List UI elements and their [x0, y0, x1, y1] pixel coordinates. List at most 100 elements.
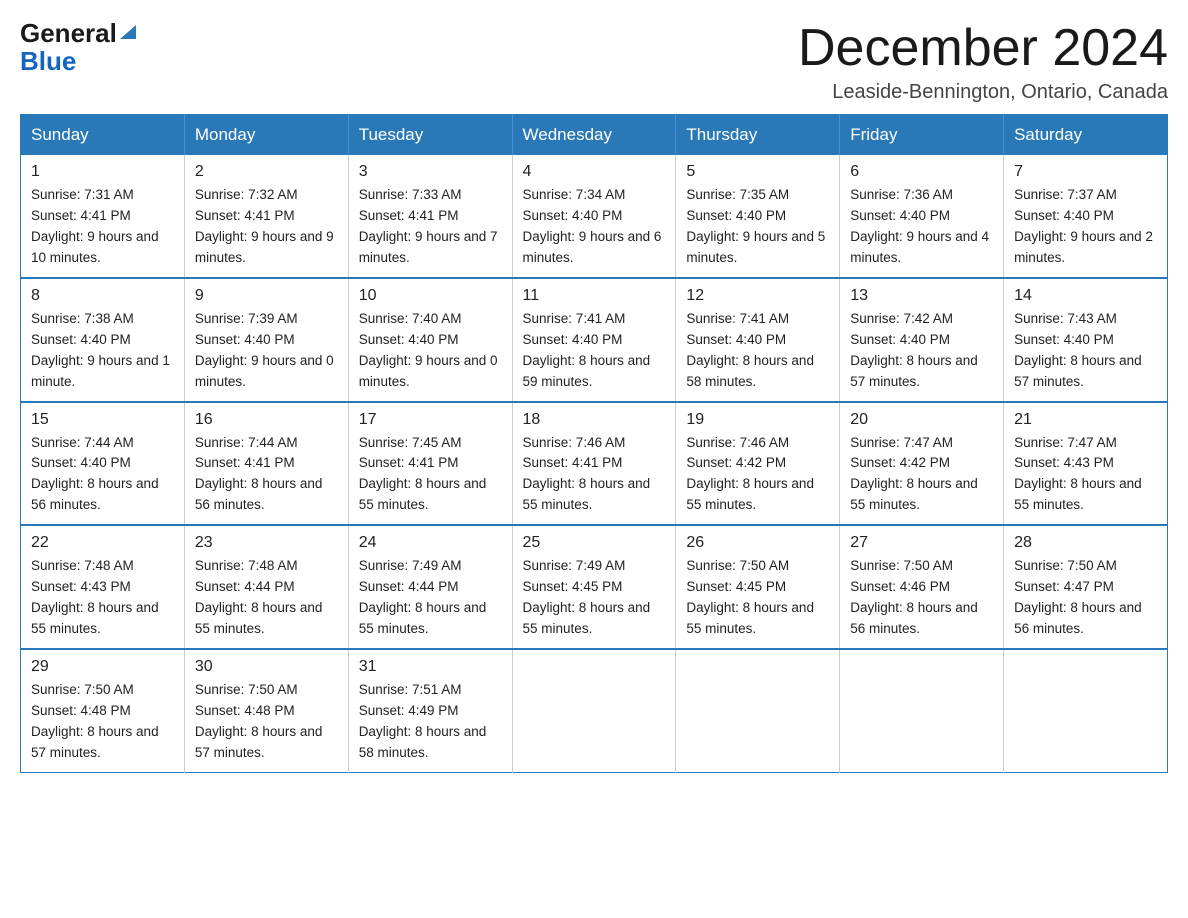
- calendar-cell: 12 Sunrise: 7:41 AM Sunset: 4:40 PM Dayl…: [676, 278, 840, 402]
- day-number: 9: [195, 287, 338, 305]
- sunset-label: Sunset: 4:42 PM: [686, 455, 786, 470]
- sunset-label: Sunset: 4:40 PM: [31, 455, 131, 470]
- sunset-label: Sunset: 4:48 PM: [31, 703, 131, 718]
- day-info: Sunrise: 7:41 AM Sunset: 4:40 PM Dayligh…: [686, 309, 829, 393]
- day-number: 17: [359, 411, 502, 429]
- daylight-label: Daylight: 8 hours and 57 minutes.: [850, 353, 978, 389]
- day-number: 26: [686, 534, 829, 552]
- sunrise-label: Sunrise: 7:40 AM: [359, 311, 462, 326]
- calendar-cell: 27 Sunrise: 7:50 AM Sunset: 4:46 PM Dayl…: [840, 525, 1004, 649]
- sunrise-label: Sunrise: 7:48 AM: [195, 558, 298, 573]
- sunset-label: Sunset: 4:40 PM: [523, 332, 623, 347]
- month-title: December 2024: [798, 20, 1168, 77]
- daylight-label: Daylight: 8 hours and 55 minutes.: [523, 600, 651, 636]
- day-info: Sunrise: 7:35 AM Sunset: 4:40 PM Dayligh…: [686, 185, 829, 269]
- sunrise-label: Sunrise: 7:32 AM: [195, 187, 298, 202]
- daylight-label: Daylight: 9 hours and 7 minutes.: [359, 229, 498, 265]
- daylight-label: Daylight: 9 hours and 9 minutes.: [195, 229, 334, 265]
- sunrise-label: Sunrise: 7:44 AM: [31, 435, 134, 450]
- sunrise-label: Sunrise: 7:41 AM: [686, 311, 789, 326]
- calendar-week-row: 22 Sunrise: 7:48 AM Sunset: 4:43 PM Dayl…: [21, 525, 1168, 649]
- day-info: Sunrise: 7:34 AM Sunset: 4:40 PM Dayligh…: [523, 185, 666, 269]
- weekday-header: Thursday: [676, 115, 840, 156]
- sunset-label: Sunset: 4:40 PM: [850, 332, 950, 347]
- daylight-label: Daylight: 8 hours and 56 minutes.: [1014, 600, 1142, 636]
- sunrise-label: Sunrise: 7:49 AM: [523, 558, 626, 573]
- calendar-cell: 8 Sunrise: 7:38 AM Sunset: 4:40 PM Dayli…: [21, 278, 185, 402]
- calendar-week-row: 8 Sunrise: 7:38 AM Sunset: 4:40 PM Dayli…: [21, 278, 1168, 402]
- daylight-label: Daylight: 9 hours and 0 minutes.: [195, 353, 334, 389]
- sunset-label: Sunset: 4:40 PM: [31, 332, 131, 347]
- sunset-label: Sunset: 4:41 PM: [523, 455, 623, 470]
- sunrise-label: Sunrise: 7:38 AM: [31, 311, 134, 326]
- sunset-label: Sunset: 4:40 PM: [686, 208, 786, 223]
- sunset-label: Sunset: 4:40 PM: [195, 332, 295, 347]
- sunset-label: Sunset: 4:40 PM: [523, 208, 623, 223]
- sunrise-label: Sunrise: 7:45 AM: [359, 435, 462, 450]
- day-info: Sunrise: 7:46 AM Sunset: 4:42 PM Dayligh…: [686, 433, 829, 517]
- sunset-label: Sunset: 4:41 PM: [195, 455, 295, 470]
- day-info: Sunrise: 7:37 AM Sunset: 4:40 PM Dayligh…: [1014, 185, 1157, 269]
- day-info: Sunrise: 7:41 AM Sunset: 4:40 PM Dayligh…: [523, 309, 666, 393]
- sunset-label: Sunset: 4:47 PM: [1014, 579, 1114, 594]
- day-number: 21: [1014, 411, 1157, 429]
- weekday-header: Saturday: [1004, 115, 1168, 156]
- day-number: 12: [686, 287, 829, 305]
- calendar-cell: 28 Sunrise: 7:50 AM Sunset: 4:47 PM Dayl…: [1004, 525, 1168, 649]
- daylight-label: Daylight: 8 hours and 59 minutes.: [523, 353, 651, 389]
- day-info: Sunrise: 7:50 AM Sunset: 4:48 PM Dayligh…: [195, 680, 338, 764]
- day-number: 24: [359, 534, 502, 552]
- sunrise-label: Sunrise: 7:49 AM: [359, 558, 462, 573]
- day-number: 23: [195, 534, 338, 552]
- daylight-label: Daylight: 9 hours and 10 minutes.: [31, 229, 159, 265]
- calendar-cell: 13 Sunrise: 7:42 AM Sunset: 4:40 PM Dayl…: [840, 278, 1004, 402]
- sunrise-label: Sunrise: 7:46 AM: [523, 435, 626, 450]
- calendar-cell: 25 Sunrise: 7:49 AM Sunset: 4:45 PM Dayl…: [512, 525, 676, 649]
- sunrise-label: Sunrise: 7:47 AM: [850, 435, 953, 450]
- calendar-cell: 21 Sunrise: 7:47 AM Sunset: 4:43 PM Dayl…: [1004, 402, 1168, 526]
- page-header: General Blue December 2024 Leaside-Benni…: [20, 20, 1168, 104]
- daylight-label: Daylight: 9 hours and 5 minutes.: [686, 229, 825, 265]
- daylight-label: Daylight: 8 hours and 57 minutes.: [195, 724, 323, 760]
- sunrise-label: Sunrise: 7:44 AM: [195, 435, 298, 450]
- title-section: December 2024 Leaside-Bennington, Ontari…: [798, 20, 1168, 104]
- sunset-label: Sunset: 4:42 PM: [850, 455, 950, 470]
- day-number: 25: [523, 534, 666, 552]
- day-number: 20: [850, 411, 993, 429]
- day-number: 13: [850, 287, 993, 305]
- sunrise-label: Sunrise: 7:46 AM: [686, 435, 789, 450]
- day-info: Sunrise: 7:47 AM Sunset: 4:42 PM Dayligh…: [850, 433, 993, 517]
- daylight-label: Daylight: 8 hours and 55 minutes.: [359, 476, 487, 512]
- sunset-label: Sunset: 4:40 PM: [1014, 332, 1114, 347]
- day-number: 29: [31, 658, 174, 676]
- sunrise-label: Sunrise: 7:35 AM: [686, 187, 789, 202]
- calendar-cell: 7 Sunrise: 7:37 AM Sunset: 4:40 PM Dayli…: [1004, 155, 1168, 278]
- sunset-label: Sunset: 4:48 PM: [195, 703, 295, 718]
- day-number: 6: [850, 163, 993, 181]
- calendar-cell: [676, 649, 840, 772]
- day-number: 4: [523, 163, 666, 181]
- logo: General Blue: [20, 20, 136, 77]
- calendar-cell: 30 Sunrise: 7:50 AM Sunset: 4:48 PM Dayl…: [184, 649, 348, 772]
- calendar-cell: 1 Sunrise: 7:31 AM Sunset: 4:41 PM Dayli…: [21, 155, 185, 278]
- calendar-cell: 23 Sunrise: 7:48 AM Sunset: 4:44 PM Dayl…: [184, 525, 348, 649]
- sunset-label: Sunset: 4:40 PM: [686, 332, 786, 347]
- daylight-label: Daylight: 9 hours and 6 minutes.: [523, 229, 662, 265]
- sunrise-label: Sunrise: 7:50 AM: [850, 558, 953, 573]
- sunset-label: Sunset: 4:43 PM: [31, 579, 131, 594]
- daylight-label: Daylight: 8 hours and 58 minutes.: [686, 353, 814, 389]
- daylight-label: Daylight: 9 hours and 0 minutes.: [359, 353, 498, 389]
- sunrise-label: Sunrise: 7:33 AM: [359, 187, 462, 202]
- sunrise-label: Sunrise: 7:37 AM: [1014, 187, 1117, 202]
- sunset-label: Sunset: 4:44 PM: [359, 579, 459, 594]
- location-subtitle: Leaside-Bennington, Ontario, Canada: [798, 81, 1168, 104]
- sunrise-label: Sunrise: 7:34 AM: [523, 187, 626, 202]
- day-number: 2: [195, 163, 338, 181]
- sunset-label: Sunset: 4:46 PM: [850, 579, 950, 594]
- calendar-cell: 22 Sunrise: 7:48 AM Sunset: 4:43 PM Dayl…: [21, 525, 185, 649]
- day-info: Sunrise: 7:44 AM Sunset: 4:40 PM Dayligh…: [31, 433, 174, 517]
- day-info: Sunrise: 7:48 AM Sunset: 4:44 PM Dayligh…: [195, 556, 338, 640]
- logo-general-text: General: [20, 20, 136, 46]
- day-info: Sunrise: 7:43 AM Sunset: 4:40 PM Dayligh…: [1014, 309, 1157, 393]
- day-number: 11: [523, 287, 666, 305]
